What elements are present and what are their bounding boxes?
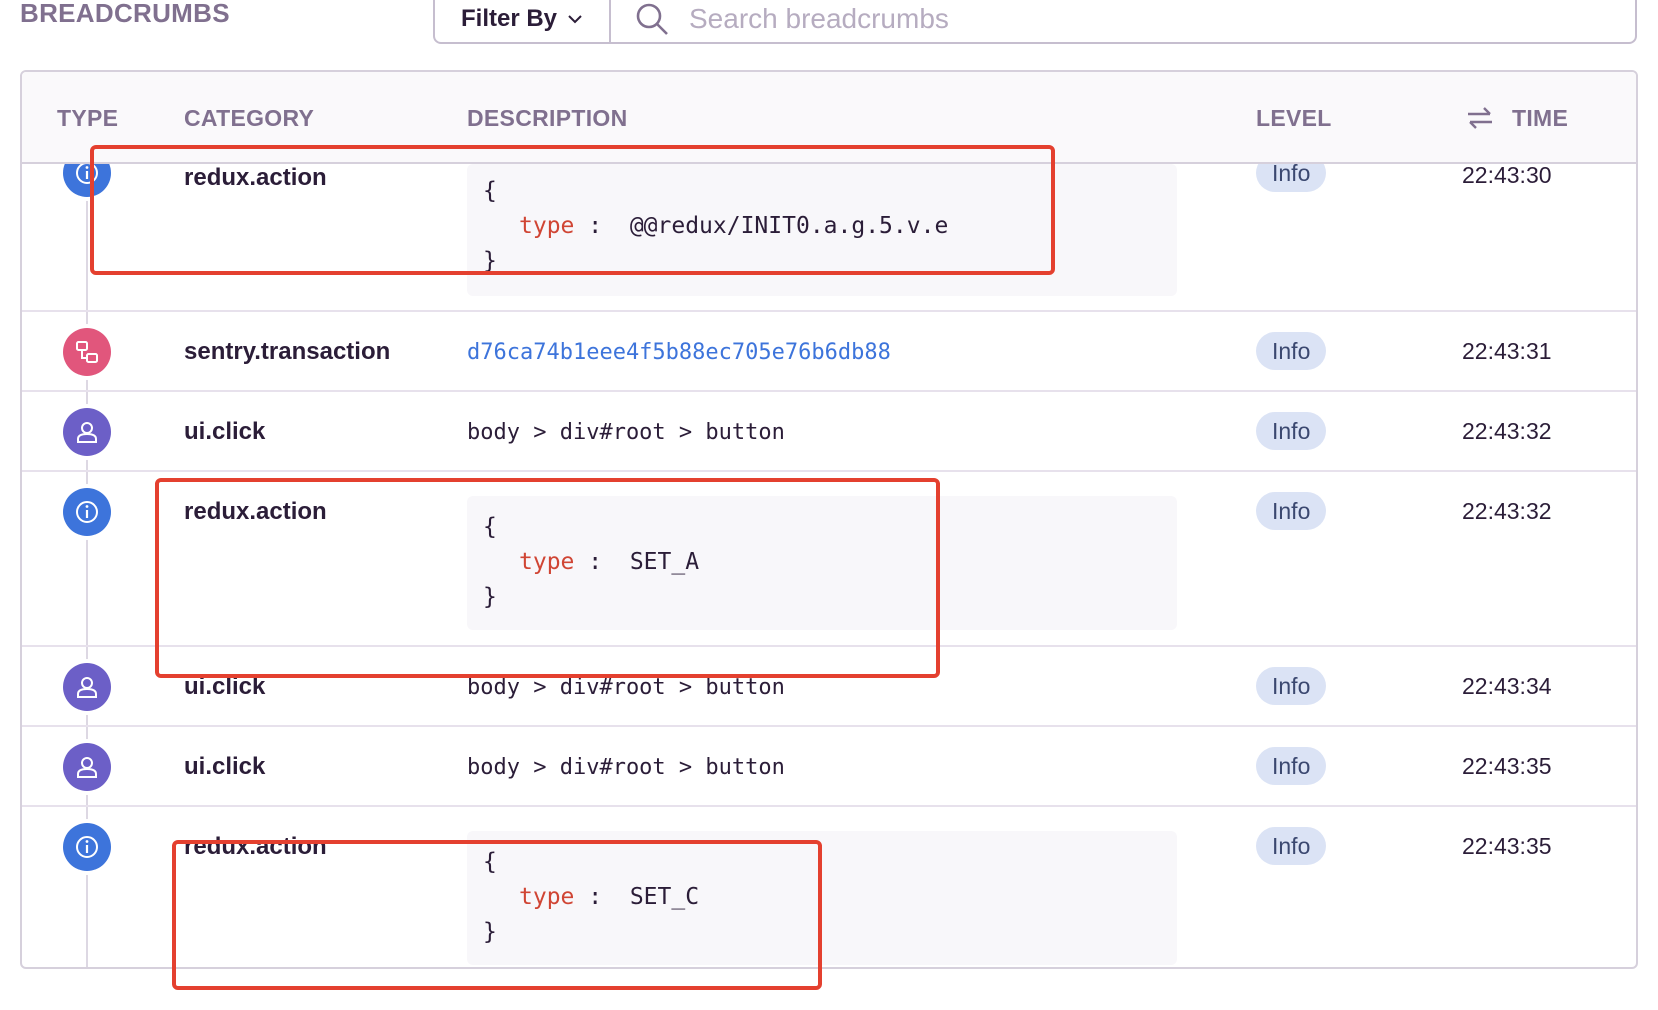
code-close-brace: } [483,248,497,274]
table-row: ui.click body > div#root > button Info 2… [22,727,1636,807]
code-open-brace: { [483,178,497,204]
search-icon [636,3,668,35]
breadcrumb-category: ui.click [184,418,266,445]
code-close-brace: } [483,584,497,610]
breadcrumb-data-block: { type : SET_A } [467,496,1177,630]
level-badge: Info [1256,667,1327,705]
search-group: Filter By [433,0,1637,44]
level-badge: Info [1256,332,1327,370]
user-icon [63,408,111,456]
filter-by-button[interactable]: Filter By [435,0,611,42]
level-badge: Info [1256,412,1327,450]
breadcrumb-category: redux.action [184,164,327,191]
level-badge: Info [1256,492,1327,530]
code-value: SET_A [629,549,700,575]
code-value: SET_C [629,884,700,910]
code-line: type : SET_C [483,880,1161,915]
transaction-icon [63,328,111,376]
code-open-brace: { [483,514,497,540]
breadcrumb-time: 22:43:35 [1462,753,1552,779]
breadcrumb-description: body > div#root > button [467,420,785,445]
column-header-type: TYPE [57,105,119,131]
chevron-down-icon [568,15,582,24]
code-key: type [519,549,575,575]
breadcrumb-data-block: { type : @@redux/INIT0.a.g.5.v.e } [467,164,1177,296]
breadcrumb-time: 22:43:35 [1462,833,1552,859]
breadcrumb-description: body > div#root > button [467,675,785,700]
level-badge: Info [1256,747,1327,785]
search-input[interactable] [687,2,1291,36]
column-header-category: CATEGORY [184,105,315,131]
breadcrumb-time: 22:43:34 [1462,673,1552,699]
info-icon [63,823,111,871]
user-icon [63,743,111,791]
info-icon [63,488,111,536]
breadcrumb-list: redux.action { type : @@redux/INIT0.a.g.… [22,164,1636,967]
breadcrumb-time: 22:43:30 [1462,164,1552,188]
filter-by-label: Filter By [460,5,558,32]
table-row: ui.click body > div#root > button Info 2… [22,392,1636,472]
breadcrumb-time: 22:43:32 [1462,418,1552,444]
table-row: redux.action { type : SET_C } Info 22:43… [22,807,1636,967]
table-row: redux.action { type : SET_A } Info 22:43… [22,472,1636,647]
section-title: BREADCRUMBS [20,0,230,28]
sort-toggle-icon[interactable] [1465,106,1495,130]
code-separator: : [588,884,603,910]
breadcrumbs-panel: TYPE CATEGORY DESCRIPTION LEVEL TIME red… [20,70,1638,969]
breadcrumbs-toolbar: BREADCRUMBS Filter By [0,0,1658,60]
column-header-time: TIME [1512,105,1569,131]
user-icon [63,663,111,711]
code-line: type : @@redux/INIT0.a.g.5.v.e [483,209,1161,244]
breadcrumb-time: 22:43:31 [1462,338,1552,364]
transaction-link[interactable]: d76ca74b1eee4f5b88ec705e76b6db88 [467,340,891,365]
breadcrumb-data-block: { type : SET_C } [467,831,1177,965]
code-open-brace: { [483,849,497,875]
code-close-brace: } [483,919,497,945]
breadcrumb-time: 22:43:32 [1462,498,1552,524]
breadcrumb-category: ui.click [184,673,266,700]
level-badge: Info [1256,164,1327,192]
table-row: redux.action { type : @@redux/INIT0.a.g.… [22,164,1636,312]
table-row: ui.click body > div#root > button Info 2… [22,647,1636,727]
breadcrumb-category: ui.click [184,753,266,780]
code-line: type : SET_A [483,545,1161,580]
breadcrumb-category: redux.action [184,833,327,860]
breadcrumb-category: redux.action [184,498,327,525]
search-field [611,0,1635,42]
code-key: type [519,884,575,910]
code-value: @@redux/INIT0.a.g.5.v.e [629,213,949,239]
code-key: type [519,213,575,239]
table-row: sentry.transaction d76ca74b1eee4f5b88ec7… [22,312,1636,392]
code-separator: : [588,549,603,575]
info-icon [63,164,111,197]
table-header: TYPE CATEGORY DESCRIPTION LEVEL TIME [22,72,1636,164]
code-separator: : [588,213,603,239]
column-header-description: DESCRIPTION [467,105,628,131]
level-badge: Info [1256,827,1327,865]
breadcrumb-description: body > div#root > button [467,755,785,780]
column-header-level: LEVEL [1256,105,1332,131]
breadcrumb-category: sentry.transaction [184,338,391,365]
